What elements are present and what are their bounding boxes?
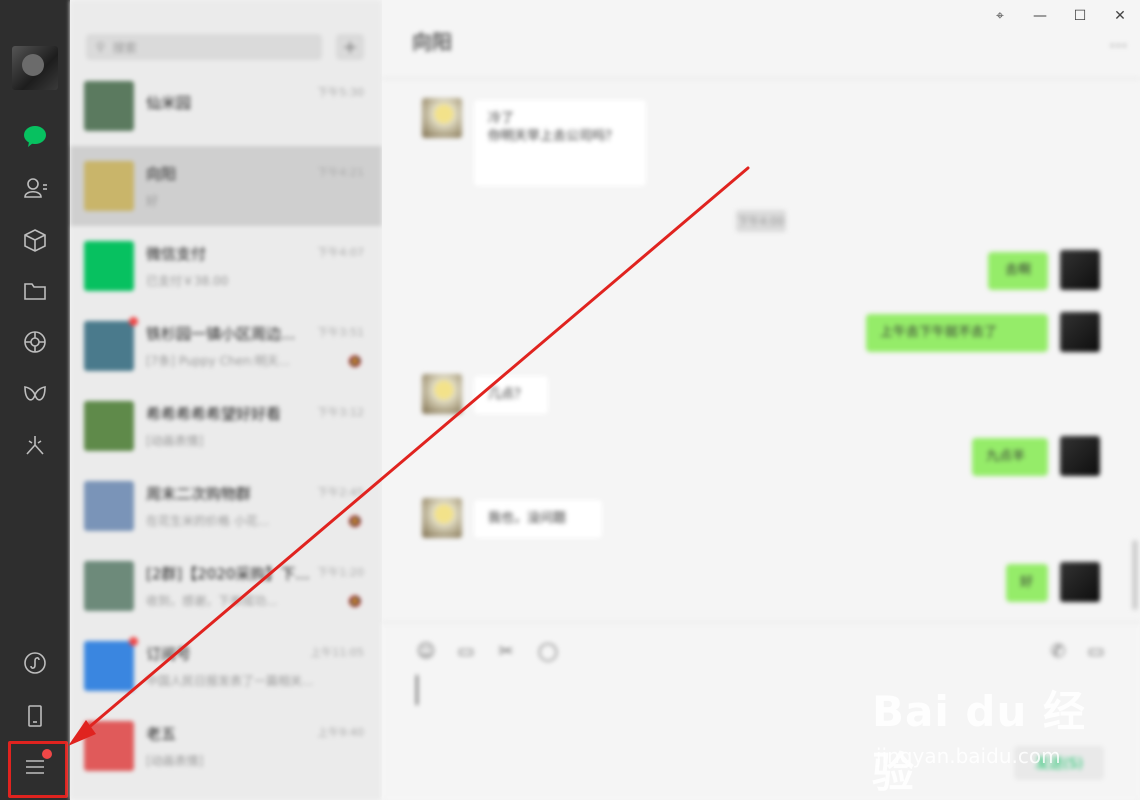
chat-preview: [动画表情]	[146, 434, 204, 448]
chat-time: 下午4:21	[317, 166, 364, 179]
chat-list-item[interactable]: 向阳好下午4:21	[70, 146, 382, 226]
more-options-button[interactable]: ···	[1110, 36, 1128, 55]
chat-history-icon[interactable]: ◯	[536, 639, 560, 663]
search-glass-icon: ⚲	[96, 40, 105, 54]
video-call-icon[interactable]: ▭	[1084, 639, 1108, 663]
chat-list-item[interactable]: [2群]【2020采购】下... 收到，感谢，下单成功... 下午1:20 🔕	[70, 546, 382, 626]
chat-preview: 好	[146, 194, 159, 208]
message-bubble: 我也，没问题	[474, 500, 602, 539]
chat-avatar	[84, 317, 138, 371]
chat-avatar	[84, 561, 134, 611]
chat-list-item[interactable]: 周末二次购物群 在花生米的价格 小花... 下午2:45 🔕	[70, 466, 382, 546]
chat-time: 下午5:30	[317, 86, 364, 99]
self-avatar[interactable]	[1060, 436, 1100, 476]
contact-avatar[interactable]	[422, 374, 462, 414]
header-divider	[382, 78, 1140, 79]
chat-list-item[interactable]: 微信支付 已支付￥38.00 下午4:07	[70, 226, 382, 306]
voice-call-icon[interactable]: ✆	[1046, 639, 1070, 663]
pin-icon[interactable]: ⌖	[980, 0, 1020, 32]
chat-avatar	[84, 401, 134, 451]
contacts-icon[interactable]	[20, 173, 50, 203]
chat-time: 下午4:07	[317, 246, 364, 259]
folder-icon[interactable]: ▭	[454, 639, 478, 663]
search-icon[interactable]	[20, 430, 50, 460]
text-cursor	[416, 675, 418, 705]
chat-time: 上午11:05	[310, 646, 364, 659]
chat-time: 下午1:20	[317, 566, 364, 579]
chat-list-item[interactable]: 希希希希希望好好看 [动画表情] 下午3:12	[70, 386, 382, 466]
chat-avatar	[84, 637, 138, 691]
chat-preview: [7条] Puppy Chen:明天...	[146, 354, 291, 368]
chat-list-panel: ⚲ 搜索 + 仙米园 下午5:30 向阳好下午4:21 微信支付 已支付￥38.00 下午…	[70, 0, 382, 800]
self-avatar[interactable]	[1060, 250, 1100, 290]
chat-icon[interactable]	[20, 121, 50, 151]
chat-avatar	[84, 161, 134, 211]
chat-list-item[interactable]: 订阅号 中国人民日报发表了一篇相关... 上午11:05	[70, 626, 382, 706]
unread-badge	[129, 317, 138, 326]
message-bubble: 冷了 你明天早上去公司吗？	[474, 100, 646, 186]
message-bubble: 九点半	[972, 438, 1048, 477]
mute-icon: 🔕	[348, 595, 362, 608]
add-button[interactable]: +	[336, 34, 364, 60]
menu-highlight-box	[8, 741, 68, 798]
contact-avatar[interactable]	[422, 498, 462, 538]
mute-icon: 🔕	[348, 355, 362, 368]
watermark-url: jingyan.baidu.com	[876, 744, 1061, 768]
screenshot-icon[interactable]: ✂	[494, 639, 518, 663]
chat-preview: [动画表情]	[146, 754, 204, 768]
chat-avatar	[84, 721, 134, 771]
chat-preview: 已支付￥38.00	[146, 274, 229, 288]
chat-time: 下午3:51	[317, 326, 364, 339]
chat-avatar	[84, 81, 134, 131]
scrollbar[interactable]	[1132, 540, 1138, 610]
time-divider: 下午4:00	[736, 210, 786, 232]
chat-list-item[interactable]: 铁杉园一镇小区周边... [7条] Puppy Chen:明天... 下午3:51 🔕	[70, 306, 382, 386]
files-icon[interactable]	[20, 276, 50, 306]
unread-badge	[129, 637, 138, 646]
left-sidebar	[0, 0, 70, 800]
close-button[interactable]: ✕	[1100, 0, 1140, 32]
chat-avatar	[84, 241, 134, 291]
chat-preview: 在花生米的价格 小花...	[146, 514, 270, 528]
chat-avatar	[84, 481, 134, 531]
self-avatar[interactable]	[1060, 562, 1100, 602]
watermark-logo: Bai du 经验	[872, 687, 1086, 797]
message-bubble: 去啊	[988, 252, 1048, 291]
maximize-button[interactable]: ☐	[1060, 0, 1100, 32]
search-input[interactable]: ⚲ 搜索	[86, 34, 322, 60]
chat-time: 下午3:12	[317, 406, 364, 419]
moments-icon[interactable]	[20, 327, 50, 357]
message-bubble: 几点？	[474, 376, 548, 415]
mute-icon: 🔕	[348, 515, 362, 528]
channels-icon[interactable]	[20, 380, 50, 410]
window-controls: ⌖ — ☐ ✕	[980, 0, 1140, 32]
emoji-icon[interactable]: ☺	[414, 639, 438, 663]
search-placeholder: 搜索	[112, 40, 137, 55]
message-bubble: 好	[1006, 564, 1048, 603]
chat-list-item[interactable]: 仙米园 下午5:30	[70, 66, 382, 146]
self-avatar[interactable]	[1060, 312, 1100, 352]
chat-preview: 收到，感谢，下单成功...	[146, 594, 278, 608]
contact-avatar[interactable]	[422, 98, 462, 138]
user-avatar[interactable]	[12, 46, 58, 90]
chat-time: 下午2:45	[317, 486, 364, 499]
phone-icon[interactable]	[20, 701, 50, 731]
baidu-watermark: Bai du 经验 jingyan.baidu.com	[872, 678, 1102, 797]
message-bubble: 上午去下午就不去了	[866, 314, 1048, 353]
chat-title: 向阳	[412, 30, 452, 54]
chat-preview: 中国人民日报发表了一篇相关...	[146, 674, 314, 688]
chat-time: 上午9:40	[317, 726, 364, 739]
chat-list-item[interactable]: 老五 [动画表情] 上午9:40	[70, 706, 382, 786]
mini-program-icon[interactable]	[20, 648, 50, 678]
favorites-icon[interactable]	[20, 225, 50, 255]
minimize-button[interactable]: —	[1020, 0, 1060, 32]
